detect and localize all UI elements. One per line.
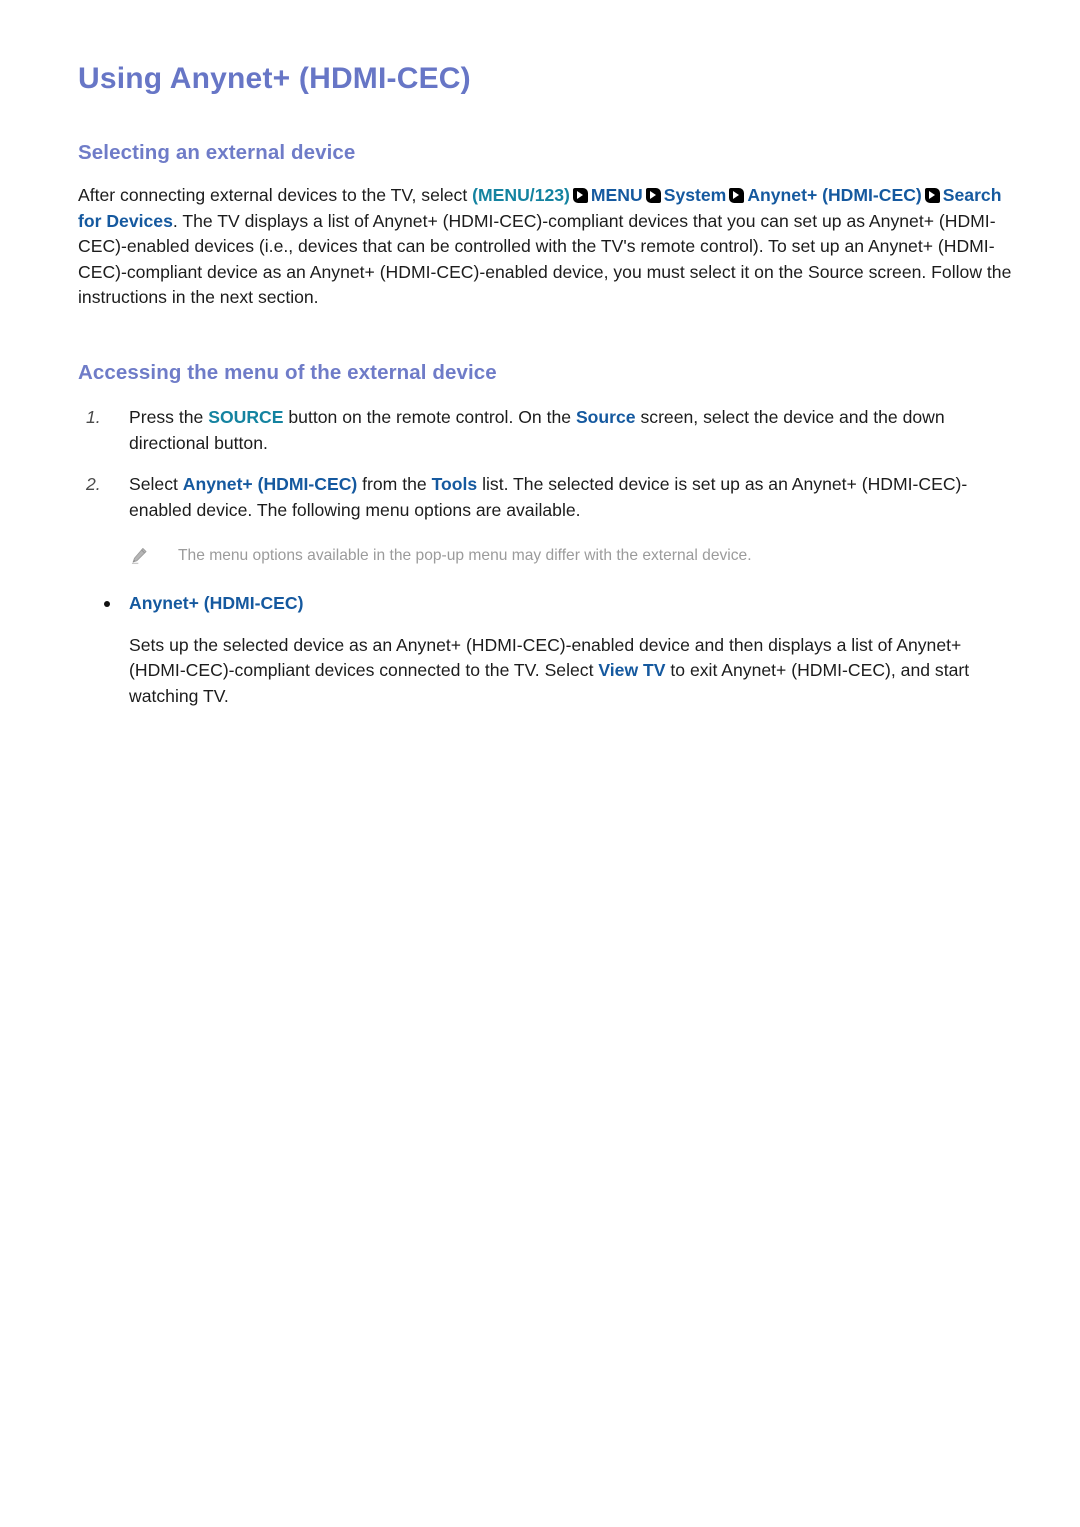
note-text: The menu options available in the pop-up… — [178, 547, 752, 565]
steps-list: 1. Press the SOURCE button on the remote… — [78, 405, 1018, 523]
token-menu: MENU — [590, 185, 643, 206]
page-title: Using Anynet+ (HDMI-CEC) — [78, 62, 471, 95]
arrow-right-icon — [729, 188, 745, 204]
pencil-icon — [131, 548, 147, 565]
step-text-pre: Press the — [129, 407, 209, 428]
step-text: Select Anynet+ (HDMI-CEC) from the Tools… — [129, 472, 1014, 523]
bullet-label-anynet-hdmi-cec: Anynet+ (HDMI-CEC) — [129, 593, 304, 614]
token-anynet-hdmi-cec: Anynet+ (HDMI-CEC) — [182, 474, 358, 495]
list-item-step-1: 1. Press the SOURCE button on the remote… — [78, 405, 1018, 456]
token-view-tv: View TV — [598, 660, 666, 681]
token-source-button: SOURCE — [208, 407, 284, 428]
step-text-mid: button on the remote control. On the — [283, 407, 576, 428]
bullet-dot-icon — [104, 601, 110, 608]
bullet-body-anynet: Sets up the selected device as an Anynet… — [78, 633, 1018, 710]
document-page: Using Anynet+ (HDMI-CEC) Selecting an ex… — [0, 0, 1080, 1527]
section-heading-accessing-menu: Accessing the menu of the external devic… — [78, 360, 497, 384]
paragraph-text-tail: . The TV displays a list of Anynet+ (HDM… — [78, 210, 1012, 308]
list-item-step-2: 2. Select Anynet+ (HDMI-CEC) from the To… — [78, 472, 1018, 523]
section-heading-selecting-external-device: Selecting an external device — [78, 140, 356, 164]
step-text-mid: from the — [357, 474, 432, 495]
step-text-pre: Select — [129, 474, 183, 495]
token-system: System — [663, 185, 727, 206]
arrow-right-icon — [645, 188, 661, 204]
paragraph-text-lead: After connecting external devices to the… — [78, 185, 473, 206]
step-number: 2. — [86, 474, 101, 495]
paragraph-selecting-external-device: After connecting external devices to the… — [78, 183, 1014, 311]
step-text: Press the SOURCE button on the remote co… — [129, 405, 1014, 456]
token-source-screen: Source — [575, 407, 636, 428]
note-row: The menu options available in the pop-up… — [78, 545, 1018, 567]
step-number: 1. — [86, 407, 101, 428]
bullet-row-anynet: Anynet+ (HDMI-CEC) — [78, 591, 1018, 615]
token-anynet-hdmi-cec: Anynet+ (HDMI-CEC) — [747, 185, 922, 206]
token-tools: Tools — [431, 474, 478, 495]
arrow-right-icon — [924, 188, 940, 204]
arrow-right-icon — [572, 188, 588, 204]
token-menu123: (MENU/123) — [472, 185, 570, 206]
